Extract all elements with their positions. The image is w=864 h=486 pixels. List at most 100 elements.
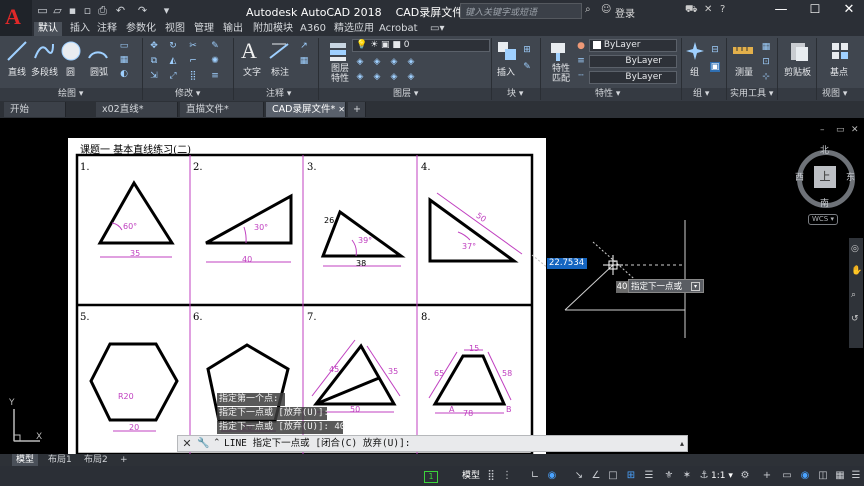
compass-west[interactable]: 西	[795, 170, 804, 183]
new-tab-button[interactable]: +	[348, 102, 366, 117]
layout-tab-1[interactable]: 布局1	[44, 454, 76, 466]
insert-block-icon[interactable]	[496, 40, 518, 62]
close-tab-icon[interactable]: ✕	[338, 105, 345, 114]
panel-title-groups[interactable]: 组 ▾	[693, 88, 709, 101]
layer-properties-label[interactable]: 图层 特性	[327, 64, 353, 84]
close-button[interactable]: ✕	[836, 2, 862, 20]
quick-properties-icon[interactable]: ◉	[798, 469, 812, 483]
layer-tool-icon[interactable]: ◈	[389, 72, 399, 82]
tab-default[interactable]: 默认	[34, 22, 62, 36]
polyline-icon[interactable]	[33, 40, 55, 62]
viewcube-top-face[interactable]: 上	[814, 166, 836, 188]
circle-icon[interactable]	[60, 40, 82, 62]
login-link[interactable]: 登录	[615, 5, 635, 20]
base-tool-label[interactable]: 基点	[830, 65, 848, 78]
tab-view[interactable]: 视图	[165, 22, 185, 36]
layer-tool-icon[interactable]: ◈	[406, 57, 416, 67]
dimension-icon[interactable]	[268, 40, 290, 62]
panel-title-annotation[interactable]: 注释 ▾	[266, 88, 291, 101]
layout-tab-2[interactable]: 布局2	[80, 454, 112, 466]
dimension-tool-label[interactable]: 标注	[271, 65, 289, 78]
arc-icon[interactable]	[87, 40, 109, 62]
annotation-scale[interactable]: 1:1 ▾	[711, 469, 733, 483]
ungroup-icon[interactable]: ⊟	[710, 45, 720, 55]
table-icon[interactable]: ▦	[299, 56, 309, 66]
ribbon-toggle-icon[interactable]: ▭▾	[430, 22, 444, 36]
maximize-button[interactable]: ☐	[802, 2, 828, 20]
print-icon[interactable]: ⎙	[96, 4, 109, 17]
viewport-restore-icon[interactable]: ▭	[836, 125, 845, 135]
layer-properties-icon[interactable]	[327, 40, 349, 62]
rectangle-icon[interactable]: ▭	[119, 41, 129, 51]
help-icon[interactable]: ?	[720, 4, 725, 15]
insert-tool-label[interactable]: 插入	[497, 65, 515, 78]
panel-title-modify[interactable]: 修改 ▾	[175, 88, 200, 101]
select-all-icon[interactable]: ⊡	[761, 57, 771, 67]
grid-icon[interactable]: ⣿	[484, 469, 498, 483]
line-icon[interactable]	[6, 40, 28, 62]
object-snap-icon[interactable]: □	[606, 469, 620, 483]
tab-addins[interactable]: 附加模块	[253, 22, 293, 36]
cart-icon[interactable]: ⛟	[685, 4, 698, 17]
create-block-icon[interactable]: ⊞	[522, 45, 532, 55]
isolate-objects-icon[interactable]: ▦	[833, 469, 847, 483]
dynamic-input-field[interactable]: 22.7534	[547, 258, 587, 269]
move-icon[interactable]: ✥	[149, 41, 159, 51]
match-properties-label[interactable]: 特性 匹配	[548, 64, 574, 84]
ortho-icon[interactable]: ∟	[528, 469, 542, 483]
leader-icon[interactable]: ↗	[299, 41, 309, 51]
command-prompt-text[interactable]: LINE 指定下一点或 [闭合(C) 放弃(U)]:	[224, 437, 411, 450]
base-view-icon[interactable]	[829, 40, 851, 62]
measure-tool-label[interactable]: 测量	[735, 65, 753, 78]
lineweight-toggle-icon[interactable]: ☰	[642, 469, 656, 483]
layer-tool-icon[interactable]: ◈	[372, 72, 382, 82]
rotate-icon[interactable]: ↻	[168, 41, 178, 51]
layer-tool-icon[interactable]: ◈	[372, 57, 382, 67]
layer-tool-icon[interactable]: ◈	[355, 72, 365, 82]
circle-tool-label[interactable]: 圆	[66, 65, 75, 78]
group-icon[interactable]	[684, 40, 706, 62]
tab-manage[interactable]: 管理	[194, 22, 214, 36]
tab-parametric[interactable]: 参数化	[126, 22, 156, 36]
hatch-icon[interactable]: ▦	[119, 55, 129, 65]
layer-dropdown[interactable]: 💡 ☀ ▣ ■ 0	[352, 39, 490, 52]
compass-north[interactable]: 北	[820, 143, 829, 156]
customization-icon[interactable]: ☰	[849, 469, 863, 483]
panel-title-block[interactable]: 块 ▾	[507, 88, 523, 101]
layout-tab-model[interactable]: 模型	[12, 454, 39, 466]
lineweight-dropdown[interactable]: ByLayer	[589, 55, 677, 68]
measure-icon[interactable]	[732, 42, 754, 60]
object-snap-tracking-icon[interactable]: ∠	[589, 469, 603, 483]
search-icon[interactable]: ⌕	[585, 4, 591, 15]
dynamic-input-icon[interactable]: ⊞	[624, 469, 638, 483]
tab-annotate[interactable]: 注释	[97, 22, 117, 36]
tab-output[interactable]: 输出	[223, 22, 243, 36]
edit-block-icon[interactable]: ✎	[522, 62, 532, 72]
scale-icon[interactable]: ⤢	[168, 71, 178, 81]
gradient-icon[interactable]: ◐	[119, 69, 129, 79]
tab-a360[interactable]: A360	[300, 22, 326, 36]
app-menu-button[interactable]: A	[0, 0, 32, 36]
layer-tool-icon[interactable]: ◈	[389, 57, 399, 67]
redo-icon[interactable]: ↷	[136, 4, 149, 17]
pan-icon[interactable]: ✋	[851, 266, 862, 276]
new-icon[interactable]: ▭	[36, 4, 49, 17]
panel-title-draw[interactable]: 绘图 ▾	[58, 88, 83, 101]
undo-icon[interactable]: ↶	[114, 4, 127, 17]
snap-icon[interactable]: ⋮	[500, 469, 514, 483]
minimize-button[interactable]: —	[768, 2, 794, 20]
isodraft-icon[interactable]: ↘	[572, 469, 586, 483]
color-dropdown[interactable]: ByLayer	[589, 39, 677, 52]
exchange-icon[interactable]: ✕	[704, 4, 712, 15]
doc-tab-x02[interactable]: x02直线*	[96, 102, 178, 117]
match-properties-icon[interactable]	[548, 40, 570, 62]
transparency-icon[interactable]: ✶	[680, 469, 694, 483]
group-select-icon[interactable]: ▣	[710, 62, 720, 72]
viewport-close-icon[interactable]: ✕	[851, 125, 859, 135]
erase-icon[interactable]: ✎	[210, 41, 220, 51]
trim-icon[interactable]: ✂	[188, 41, 198, 51]
compass-east[interactable]: 东	[846, 170, 855, 183]
panel-title-layers[interactable]: 图层 ▾	[393, 88, 418, 101]
fillet-icon[interactable]: ⌐	[188, 56, 198, 66]
compass-south[interactable]: 南	[820, 196, 829, 209]
